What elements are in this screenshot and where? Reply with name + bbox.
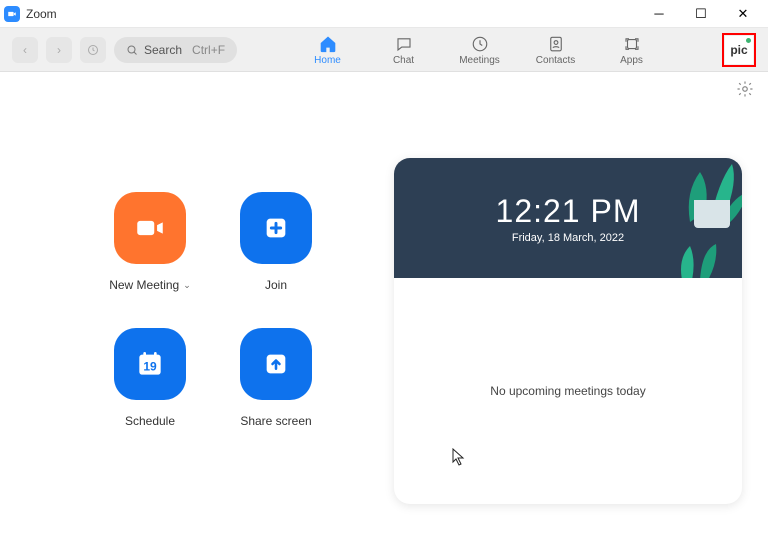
- profile-avatar-highlight: pic: [722, 33, 756, 67]
- action-label-text: New Meeting: [109, 278, 179, 292]
- search-shortcut: Ctrl+F: [192, 43, 225, 57]
- chevron-down-icon: ⌄: [183, 280, 191, 291]
- chat-icon: [395, 35, 413, 53]
- schedule-button[interactable]: 19 Schedule: [90, 328, 210, 428]
- action-label-text: Join: [265, 278, 287, 292]
- search-icon: [126, 44, 138, 56]
- search-input[interactable]: Search Ctrl+F: [114, 37, 237, 63]
- action-label-text: Schedule: [125, 414, 175, 428]
- main-area: New Meeting ⌄ Join 19 Schedule Share scr…: [0, 72, 768, 552]
- tab-label: Chat: [393, 55, 414, 66]
- avatar-text: pic: [730, 43, 747, 57]
- contacts-icon: [547, 35, 565, 53]
- forward-button[interactable]: ›: [46, 37, 72, 63]
- tab-label: Meetings: [459, 55, 500, 66]
- tab-label: Apps: [620, 55, 643, 66]
- tab-home[interactable]: Home: [302, 33, 354, 66]
- plus-icon: [240, 192, 312, 264]
- minimize-button[interactable]: ─: [638, 0, 680, 28]
- back-button[interactable]: ‹: [12, 37, 38, 63]
- calendar-icon: 19: [114, 328, 186, 400]
- join-button[interactable]: Join: [216, 192, 336, 292]
- clock-date: Friday, 18 March, 2022: [512, 232, 624, 244]
- action-grid: New Meeting ⌄ Join 19 Schedule Share scr…: [90, 192, 336, 532]
- plant-decoration-icon: [672, 240, 732, 278]
- apps-icon: [623, 35, 641, 53]
- tab-chat[interactable]: Chat: [378, 33, 430, 66]
- tab-bar: Home Chat Meetings Contacts Apps: [245, 33, 714, 66]
- profile-avatar[interactable]: pic: [725, 36, 753, 64]
- clock-time: 12:21 PM: [496, 193, 641, 230]
- zoom-logo-icon: [4, 6, 20, 22]
- no-meetings-text: No upcoming meetings today: [490, 384, 645, 398]
- close-button[interactable]: ✕: [722, 0, 764, 28]
- pot-decoration-icon: [694, 200, 730, 228]
- panel-header: 12:21 PM Friday, 18 March, 2022: [394, 158, 742, 278]
- title-bar: Zoom ─ ☐ ✕: [0, 0, 768, 28]
- video-icon: [114, 192, 186, 264]
- tab-label: Home: [314, 55, 341, 66]
- svg-text:19: 19: [143, 360, 157, 374]
- tab-apps[interactable]: Apps: [606, 33, 658, 66]
- calendar-panel: 12:21 PM Friday, 18 March, 2022 No upcom…: [394, 158, 742, 504]
- home-icon: [319, 35, 337, 53]
- tab-contacts[interactable]: Contacts: [530, 33, 582, 66]
- window-controls: ─ ☐ ✕: [638, 0, 764, 28]
- tab-label: Contacts: [536, 55, 575, 66]
- maximize-button[interactable]: ☐: [680, 0, 722, 28]
- history-button[interactable]: [80, 37, 106, 63]
- tab-meetings[interactable]: Meetings: [454, 33, 506, 66]
- window-title: Zoom: [26, 7, 638, 21]
- search-label: Search: [144, 43, 182, 57]
- share-icon: [240, 328, 312, 400]
- panel-body: No upcoming meetings today: [394, 278, 742, 504]
- toolbar: ‹ › Search Ctrl+F Home Chat Meetings Con…: [0, 28, 768, 72]
- status-indicator-icon: [745, 37, 752, 44]
- action-label-text: Share screen: [240, 414, 311, 428]
- new-meeting-button[interactable]: New Meeting ⌄: [90, 192, 210, 292]
- cursor-icon: [452, 448, 466, 471]
- share-screen-button[interactable]: Share screen: [216, 328, 336, 428]
- meetings-icon: [471, 35, 489, 53]
